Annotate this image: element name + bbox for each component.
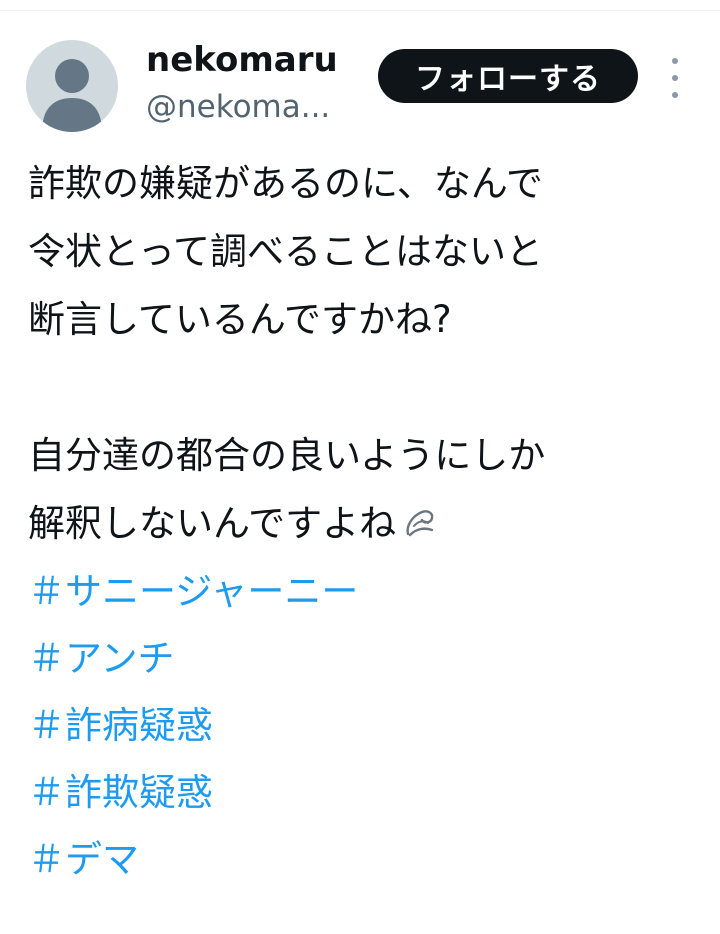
- hashtag-link[interactable]: ＃サニージャーニー: [28, 558, 708, 625]
- more-dot: [672, 75, 678, 81]
- hashtag-link[interactable]: ＃アンチ: [28, 625, 708, 692]
- tweet-text: 詐欺の嫌疑があるのに、なんで 令状とって調べることはないと 断言しているんですか…: [28, 150, 708, 893]
- tweet-line: 断言しているんですかね?: [28, 298, 452, 341]
- default-profile-icon: [42, 59, 102, 132]
- more-dot: [672, 58, 678, 64]
- tweet-line: 自分達の都合の良いようにしか: [28, 434, 546, 477]
- tweet-line: 詐欺の嫌疑があるのに、なんで: [28, 162, 544, 205]
- more-vertical-icon[interactable]: [664, 58, 686, 98]
- hashtag-link[interactable]: ＃デマ: [28, 826, 708, 893]
- tweet-line-with-emoji: 解釈しないんですよね: [28, 490, 708, 558]
- avatar[interactable]: [26, 40, 118, 132]
- follow-button[interactable]: フォローする: [378, 49, 638, 103]
- dashing-away-icon: [406, 509, 434, 536]
- more-dot: [672, 92, 678, 98]
- hashtag-link[interactable]: ＃詐欺疑惑: [28, 759, 708, 826]
- top-divider: [0, 10, 720, 11]
- tweet-line: 令状とって調べることはないと: [28, 230, 544, 273]
- user-handle[interactable]: @nekoma...: [146, 86, 330, 128]
- hashtag-link[interactable]: ＃詐病疑惑: [28, 692, 708, 759]
- tweet-line-text: 解釈しないんですよね: [28, 502, 397, 545]
- display-name[interactable]: nekomaru: [146, 38, 338, 82]
